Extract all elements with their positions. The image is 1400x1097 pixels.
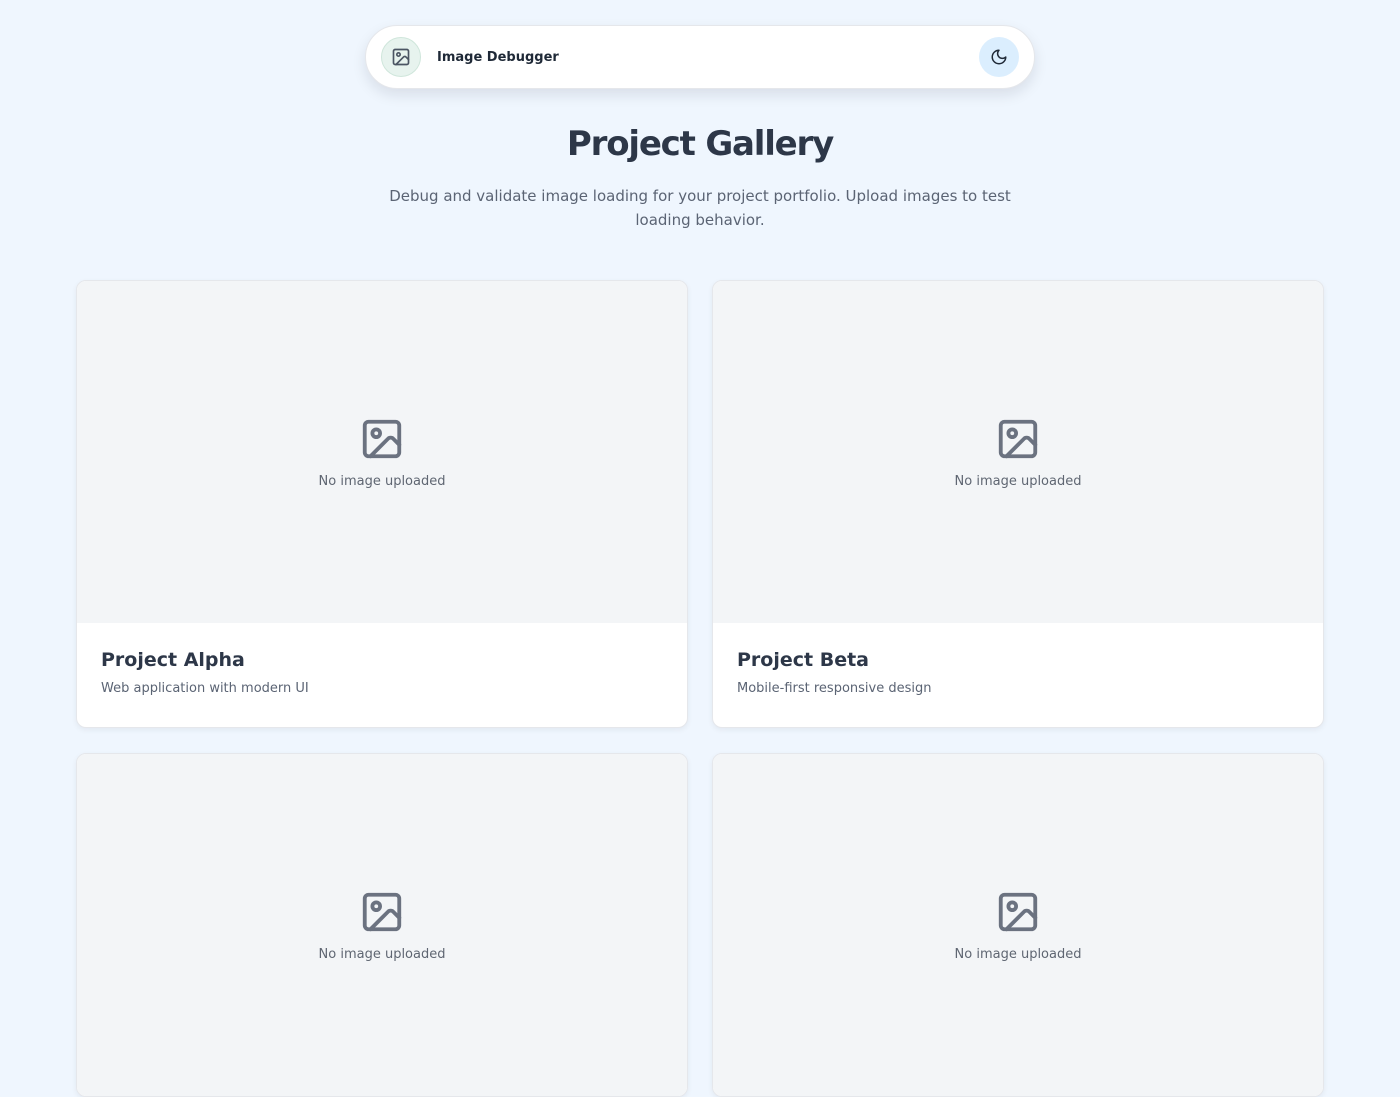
project-card: No image uploaded xyxy=(712,753,1324,1097)
image-icon xyxy=(362,419,402,458)
no-image-placeholder: No image uploaded xyxy=(954,946,1082,962)
image-icon xyxy=(362,892,402,931)
image-upload-area[interactable]: No image uploaded xyxy=(713,754,1323,1096)
card-body: Project Beta Mobile-first responsive des… xyxy=(713,623,1323,727)
page-title: Project Gallery xyxy=(566,124,834,164)
card-description: Web application with modern UI xyxy=(101,681,309,696)
card-description: Mobile-first responsive design xyxy=(737,681,932,696)
image-icon xyxy=(998,892,1038,931)
image-upload-area[interactable]: No image uploaded xyxy=(713,281,1323,623)
no-image-placeholder: No image uploaded xyxy=(318,946,446,962)
card-body: Project Alpha Web application with moder… xyxy=(77,623,687,727)
no-image-placeholder: No image uploaded xyxy=(954,473,1082,489)
project-card: No image uploaded Project Beta Mobile-fi… xyxy=(712,280,1324,728)
image-icon xyxy=(998,419,1038,458)
card-title: Project Beta xyxy=(737,649,869,671)
image-upload-area[interactable]: No image uploaded xyxy=(77,754,687,1096)
card-title: Project Alpha xyxy=(101,649,245,671)
project-card: No image uploaded Project Alpha Web appl… xyxy=(76,280,688,728)
project-card: No image uploaded xyxy=(76,753,688,1097)
no-image-placeholder: No image uploaded xyxy=(318,473,446,489)
image-upload-area[interactable]: No image uploaded xyxy=(77,281,687,623)
app-title: Image Debugger xyxy=(437,49,559,65)
moon-icon xyxy=(991,49,1007,65)
top-navbar: Image Debugger xyxy=(365,25,1035,89)
theme-toggle-button[interactable] xyxy=(979,37,1019,77)
image-icon xyxy=(381,37,421,77)
page-subtitle: Debug and validate image loading for you… xyxy=(389,187,1011,229)
